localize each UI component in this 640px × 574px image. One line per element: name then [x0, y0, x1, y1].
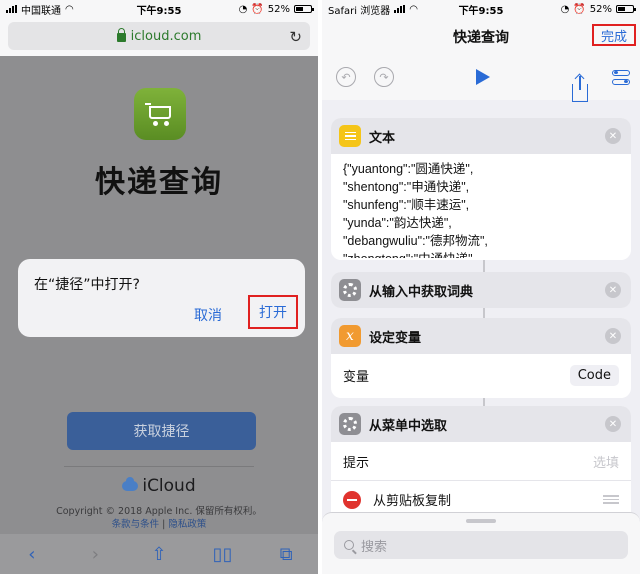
- text-content-field[interactable]: {"yuantong":"圆通快递", "shentong":"申通快递", "…: [331, 154, 631, 258]
- icloud-logo: iCloud: [0, 476, 318, 496]
- action-title: 从输入中获取词典: [369, 284, 474, 300]
- dialog-cancel-button[interactable]: 取消: [194, 305, 222, 325]
- gear-icon: [339, 279, 361, 301]
- delete-item-icon[interactable]: [343, 490, 361, 509]
- editor-toolbar: ↶ ↷: [322, 54, 640, 102]
- prompt-row: 提示 选填: [331, 442, 631, 480]
- back-icon[interactable]: ‹: [17, 544, 47, 565]
- prompt-input[interactable]: 选填: [593, 452, 619, 471]
- action-text[interactable]: 文本 ✕ {"yuantong":"圆通快递", "shentong":"申通快…: [331, 118, 631, 260]
- signal-icon: [6, 5, 17, 13]
- remove-action-icon[interactable]: ✕: [605, 416, 621, 432]
- redo-icon[interactable]: ↷: [374, 67, 394, 87]
- play-icon[interactable]: [476, 69, 490, 85]
- lock-rotation-icon: ◔: [238, 3, 248, 15]
- status-time: 下午9:55: [136, 5, 182, 17]
- action-title: 文本: [369, 130, 396, 146]
- text-action-icon: [339, 125, 361, 147]
- done-button[interactable]: 完成: [592, 24, 636, 46]
- actions-sheet: 搜索: [322, 512, 640, 574]
- action-get-dictionary[interactable]: 从输入中获取词典 ✕: [331, 272, 631, 308]
- carrier-label: 中国联通: [21, 5, 61, 17]
- action-title: 设定变量: [369, 330, 422, 346]
- dialog-title: 在“捷径”中打开?: [34, 277, 140, 293]
- prompt-label: 提示: [343, 455, 370, 471]
- action-header: 从输入中获取词典 ✕: [331, 272, 631, 308]
- search-icon: [344, 540, 354, 550]
- settings-toggle-icon[interactable]: [612, 68, 630, 86]
- alarm-icon: ⏰: [251, 3, 264, 15]
- wifi-icon: ◠: [409, 3, 418, 15]
- remove-action-icon[interactable]: ✕: [605, 128, 621, 144]
- share-icon[interactable]: [572, 76, 588, 102]
- share-icon[interactable]: ⇧: [144, 544, 174, 565]
- variable-label: 变量: [343, 369, 370, 385]
- signal-icon: [394, 5, 406, 13]
- forward-icon[interactable]: ›: [80, 544, 110, 565]
- terms-link[interactable]: 条款与条件: [112, 519, 160, 530]
- tabs-icon[interactable]: ⧉: [271, 544, 301, 565]
- nav-bar: 快递查询 完成: [322, 18, 640, 54]
- wifi-icon: ◠: [65, 3, 74, 15]
- safari-panel: 中国联通 ◠ 下午9:55 ◔ ⏰ 52% icloud.com ↻ 快递查询 …: [0, 0, 318, 574]
- action-set-variable[interactable]: x 设定变量 ✕ 变量 Code: [331, 318, 631, 398]
- battery-percent: 52%: [589, 3, 612, 15]
- action-choose-from-menu[interactable]: 从菜单中选取 ✕ 提示 选填 从剪贴板复制: [331, 406, 631, 526]
- action-title: 从菜单中选取: [369, 418, 448, 434]
- brand-text: iCloud: [142, 476, 196, 496]
- safari-toolbar: ‹ › ⇧ ▯▯ ⧉: [0, 534, 318, 574]
- undo-icon[interactable]: ↶: [336, 67, 356, 87]
- shortcuts-editor-panel: Safari 浏览器 ◠ 下午9:55 ◔ ⏰ 52% 快递查询 完成 ↶ ↷ …: [322, 0, 640, 574]
- copyright-text: Copyright © 2018 Apple Inc. 保留所有权利。: [56, 506, 262, 517]
- flow-connector: [483, 258, 485, 272]
- lock-rotation-icon: ◔: [560, 3, 570, 15]
- search-input[interactable]: 搜索: [334, 531, 628, 559]
- status-bar-right: Safari 浏览器 ◠ 下午9:55 ◔ ⏰ 52%: [322, 0, 640, 18]
- alarm-icon: ⏰: [573, 3, 586, 15]
- status-time: 下午9:55: [458, 5, 504, 17]
- drag-handle-icon[interactable]: [603, 495, 619, 504]
- open-in-shortcuts-dialog: 在“捷径”中打开? 取消 打开: [18, 259, 305, 337]
- back-to-app-label[interactable]: Safari 浏览器: [328, 2, 390, 17]
- action-header: 从菜单中选取 ✕: [331, 406, 631, 442]
- bookmarks-icon[interactable]: ▯▯: [208, 544, 238, 565]
- url-text: icloud.com: [130, 28, 202, 44]
- search-placeholder: 搜索: [361, 539, 388, 555]
- battery-percent: 52%: [267, 3, 290, 15]
- remove-action-icon[interactable]: ✕: [605, 328, 621, 344]
- sheet-grabber[interactable]: [466, 519, 496, 523]
- address-bar[interactable]: icloud.com ↻: [8, 22, 310, 50]
- status-bar-left: 中国联通 ◠ 下午9:55 ◔ ⏰ 52%: [0, 0, 318, 18]
- dialog-open-button[interactable]: 打开: [248, 295, 298, 329]
- remove-action-icon[interactable]: ✕: [605, 282, 621, 298]
- battery-icon: [294, 5, 314, 13]
- page-title: 快递查询: [95, 165, 223, 200]
- variable-row: 变量 Code: [331, 354, 631, 396]
- cart-icon: [145, 102, 175, 126]
- cloud-icon: [122, 477, 139, 491]
- lock-icon: [116, 27, 126, 42]
- divider: [64, 466, 254, 467]
- get-shortcut-button[interactable]: 获取捷径: [67, 412, 256, 450]
- variable-icon: x: [339, 325, 361, 347]
- action-header: x 设定变量 ✕: [331, 318, 631, 354]
- battery-icon: [616, 5, 636, 13]
- legal-links: 条款与条件 | 隐私政策: [111, 519, 207, 530]
- action-header: 文本 ✕: [331, 118, 631, 154]
- shortcut-app-icon: [134, 88, 186, 140]
- variable-name-chip[interactable]: Code: [569, 364, 619, 386]
- privacy-link[interactable]: 隐私政策: [168, 519, 206, 530]
- reload-icon[interactable]: ↻: [289, 28, 302, 46]
- gear-icon: [339, 413, 361, 435]
- menu-item-label[interactable]: 从剪贴板复制: [373, 490, 603, 509]
